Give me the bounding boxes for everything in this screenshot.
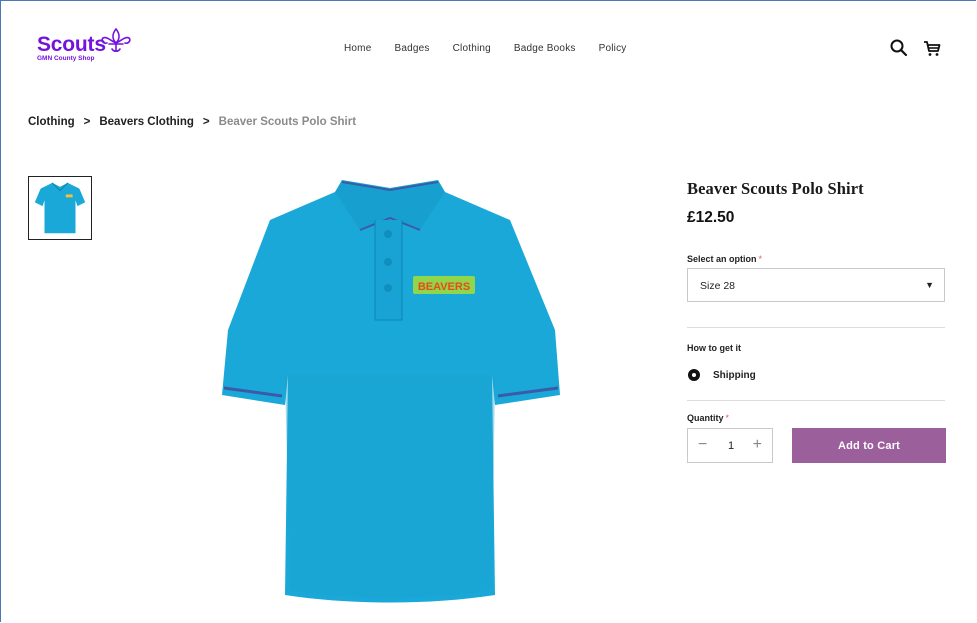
brand-name: Scouts	[37, 33, 106, 56]
size-select-value: Size 28	[700, 280, 736, 292]
quantity-label-text: Quantity	[687, 413, 724, 423]
product-title: Beaver Scouts Polo Shirt	[687, 179, 864, 198]
option-label-text: Select an option	[687, 254, 757, 264]
nav-clothing[interactable]: Clothing	[453, 43, 491, 54]
breadcrumb-beavers-clothing[interactable]: Beavers Clothing	[99, 116, 194, 128]
shipping-radio-label[interactable]: Shipping	[713, 370, 756, 381]
size-select[interactable]: Size 28 ▼	[687, 268, 945, 302]
required-mark: *	[725, 413, 730, 423]
shop-logo[interactable]: Scouts GMN County Shop	[37, 27, 131, 62]
breadcrumb-separator: >	[202, 116, 210, 128]
beavers-badge-text: BEAVERS	[418, 281, 470, 293]
product-main-image: BEAVERS	[222, 180, 560, 603]
nav-badge-books[interactable]: Badge Books	[514, 43, 576, 54]
shipping-radio[interactable]	[688, 369, 700, 381]
nav-home[interactable]: Home	[344, 43, 371, 54]
option-label: Select an option *	[687, 254, 762, 264]
quantity-value[interactable]: 1	[728, 440, 734, 452]
nav-policy[interactable]: Policy	[599, 43, 627, 54]
required-mark: *	[758, 254, 763, 264]
fulfilment-label: How to get it	[687, 343, 741, 353]
cart-icon[interactable]	[922, 38, 942, 58]
polo-shirt-thumbnail-image	[34, 182, 86, 234]
plus-icon[interactable]: +	[753, 437, 762, 453]
chevron-down-icon: ▼	[925, 280, 934, 290]
breadcrumb-current: Beaver Scouts Polo Shirt	[218, 116, 357, 128]
quantity-label: Quantity *	[687, 413, 729, 423]
add-to-cart-button[interactable]: Add to Cart	[792, 428, 946, 463]
breadcrumb-clothing[interactable]: Clothing	[28, 116, 75, 128]
fleur-de-lis-icon	[101, 27, 131, 53]
quantity-stepper: − 1 +	[687, 428, 773, 463]
divider	[687, 400, 945, 401]
divider	[687, 327, 945, 328]
breadcrumb-separator: >	[83, 116, 91, 128]
search-icon[interactable]	[889, 38, 909, 58]
minus-icon[interactable]: −	[698, 437, 707, 453]
main-nav: Home Badges Clothing Badge Books Policy	[344, 43, 649, 54]
nav-badges[interactable]: Badges	[394, 43, 429, 54]
breadcrumb: Clothing > Beavers Clothing > Beaver Sco…	[28, 116, 356, 128]
product-price: £12.50	[687, 209, 735, 226]
product-thumbnail[interactable]	[28, 176, 92, 240]
